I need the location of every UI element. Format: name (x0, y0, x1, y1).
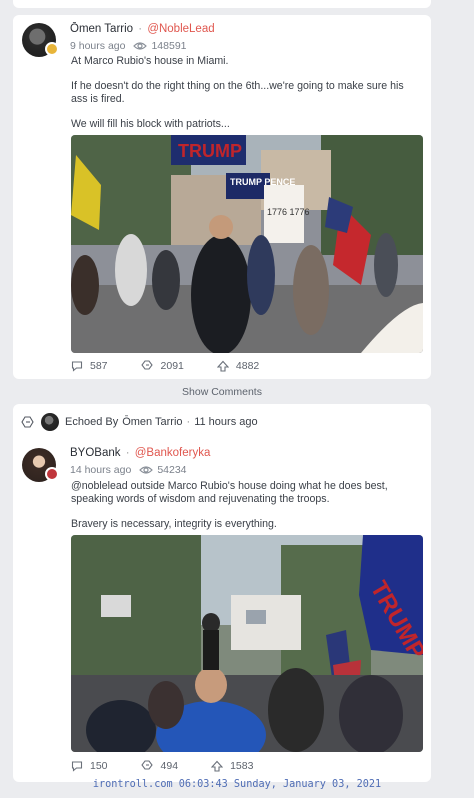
echo-separator: · (186, 416, 191, 428)
echo-count: 2091 (160, 359, 184, 372)
echo-icon (140, 760, 153, 770)
verified-badge-icon (45, 42, 59, 56)
post-stats: 150 494 1583 (71, 759, 286, 772)
echo-avatar[interactable] (41, 413, 59, 431)
parler-badge-icon (45, 467, 59, 481)
eye-icon (139, 465, 154, 475)
post-card: Ōmen Tarrio · @NobleLead 9 hours ago 148… (13, 15, 431, 379)
post-meta: 14 hours ago 54234 (70, 464, 187, 476)
author-handle[interactable]: @Bankoferyka (135, 447, 211, 459)
post-body: @noblelead outside Marco Rubio's house d… (71, 480, 423, 543)
photo-sign: TRUMP (178, 141, 242, 161)
view-count: 148591 (151, 40, 187, 52)
author-name[interactable]: BYOBank (70, 447, 121, 459)
post-text-line: Bravery is necessary, integrity is every… (71, 518, 277, 530)
post-author: Ōmen Tarrio · @NobleLead (70, 23, 215, 35)
upvote-icon (211, 760, 224, 772)
photo-sign: 1776 1776 (267, 207, 310, 217)
post-body: At Marco Rubio's house in Miami. If he d… (71, 55, 423, 143)
echo-button[interactable]: 494 (140, 759, 179, 772)
post-card: BYOBank · @Bankoferyka 14 hours ago 5423… (13, 404, 431, 782)
upvote-icon (216, 360, 229, 372)
echo-name[interactable]: Ōmen Tarrio (122, 416, 182, 428)
comment-button[interactable]: 150 (71, 760, 108, 772)
upvote-button[interactable]: 4882 (216, 359, 260, 372)
view-count: 54234 (157, 464, 187, 476)
echo-icon (140, 360, 153, 370)
comment-count: 150 (90, 759, 108, 772)
echo-button[interactable]: 2091 (140, 359, 184, 372)
post-meta: 9 hours ago 148591 (70, 40, 187, 52)
echo-count: 494 (160, 759, 179, 772)
footer-timestamp: irontroll.com 06:03:43 Sunday, January 0… (92, 779, 382, 790)
upvote-button[interactable]: 1583 (211, 760, 253, 772)
author-name[interactable]: Ōmen Tarrio (70, 23, 133, 35)
author-handle[interactable]: @NobleLead (147, 23, 214, 35)
upvote-count: 4882 (235, 359, 260, 372)
echo-prefix: Echoed By (65, 416, 119, 428)
echo-time: 11 hours ago (194, 416, 258, 428)
comment-count: 587 (90, 359, 108, 372)
post-time: 14 hours ago (70, 464, 132, 476)
eye-icon (133, 41, 148, 51)
comment-button[interactable]: 587 (71, 360, 108, 372)
echo-header: Echoed By Ōmen Tarrio · 11 hours ago (21, 413, 258, 431)
post-text-line: At Marco Rubio's house in Miami. (71, 55, 229, 67)
comment-icon (71, 760, 83, 772)
post-time: 9 hours ago (70, 40, 126, 52)
previous-post-card (13, 0, 431, 8)
show-comments-link[interactable]: Show Comments (0, 386, 444, 398)
post-text-line: If he doesn't do the right thing on the … (71, 80, 404, 105)
post-author: BYOBank · @Bankoferyka (70, 447, 211, 459)
post-text-line: @noblelead outside Marco Rubio's house d… (71, 480, 388, 505)
upvote-count: 1583 (230, 759, 254, 772)
post-text-line: We will fill his block with patriots... (71, 118, 230, 130)
echo-icon (21, 416, 34, 428)
post-photo[interactable]: TRUMP TRUMP PENCE 1776 1776 (71, 135, 423, 353)
comment-icon (71, 360, 83, 372)
post-stats: 587 2091 4882 (71, 359, 292, 372)
post-photo[interactable]: TRUMP (71, 535, 423, 752)
